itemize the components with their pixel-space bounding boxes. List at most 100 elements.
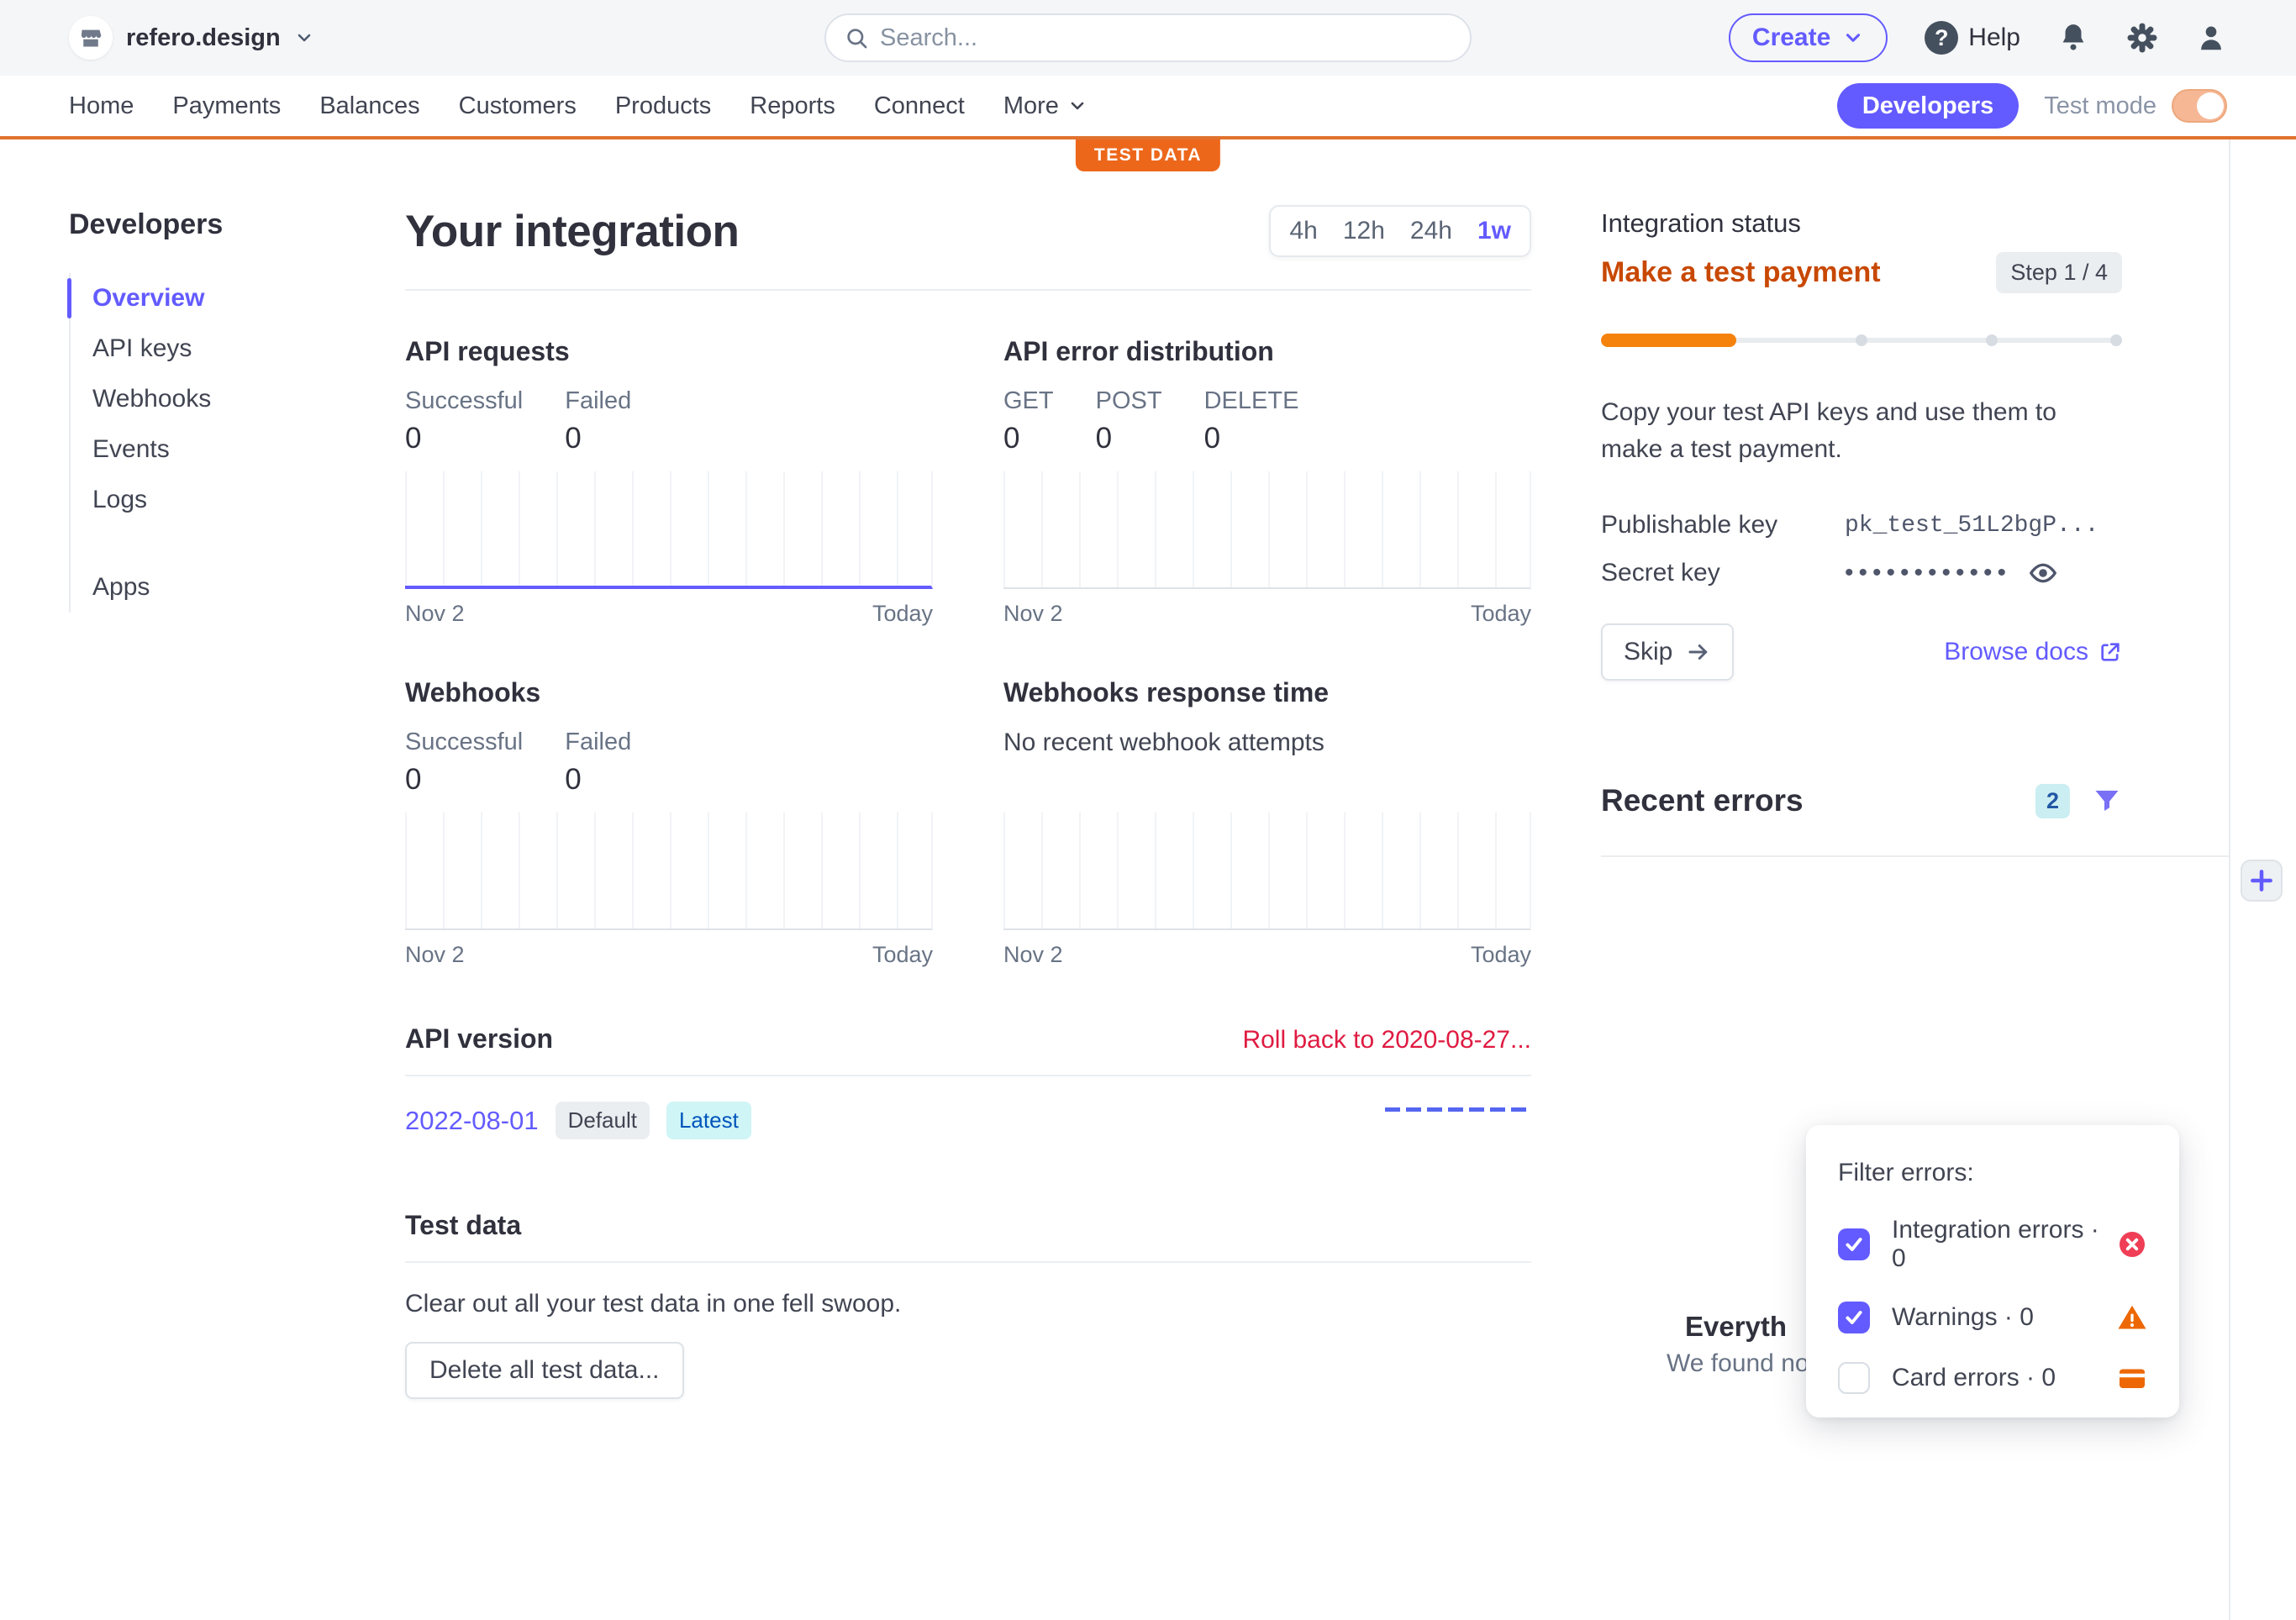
sidebar-item-api-keys[interactable]: API keys [71,323,329,374]
latest-badge: Latest [666,1102,751,1139]
publishable-key-value[interactable]: pk_test_51L2bgP... [1845,513,2099,539]
account-name: refero.design [126,24,281,52]
time-range-selector: 4h 12h 24h 1w [1269,205,1531,257]
help-label: Help [1968,24,2020,52]
help-button[interactable]: ? Help [1925,21,2020,55]
card-errors-checkbox[interactable] [1838,1362,1870,1394]
delete-test-data-button[interactable]: Delete all test data... [405,1342,684,1399]
nav-item-products[interactable]: Products [615,92,711,120]
range-option-4h[interactable]: 4h [1289,217,1317,245]
api-version-link[interactable]: 2022-08-01 [405,1106,539,1136]
api-version-divider [405,1075,1531,1076]
step-title: Make a test payment [1601,256,1881,289]
nav-item-payments[interactable]: Payments [172,92,281,120]
warning-triangle-icon [2117,1302,2147,1333]
rollback-link[interactable]: Roll back to 2020-08-27... [1242,1026,1531,1055]
warnings-checkbox[interactable] [1838,1302,1870,1333]
page-title: Your integration [405,206,739,257]
webhooks-x-axis: Nov 2 Today [405,942,933,968]
x-axis-start: Nov 2 [1003,601,1063,627]
browse-docs-link[interactable]: Browse docs [1944,638,2122,666]
notifications-button[interactable] [2057,22,2089,54]
sidebar-item-overview[interactable]: Overview [71,273,329,323]
api-version-head: API version Roll back to 2020-08-27... [405,1023,1531,1055]
x-axis-end: Today [1471,601,1531,627]
step-indicator: Step 1 / 4 [1996,252,2122,293]
filter-option-integration-errors: Integration errors · 0 [1838,1216,2147,1273]
filter-option-label: Card errors · 0 [1892,1364,2117,1392]
developers-pill-button[interactable]: Developers [1837,83,2019,129]
chevron-down-icon [294,28,314,48]
recent-errors-section: Recent errors 2 Everyth We found no Filt… [1601,783,2122,818]
test-mode-toggle[interactable] [2172,89,2227,123]
dashed-underline [1385,1107,1531,1112]
publishable-key-label: Publishable key [1601,511,1845,539]
main-content: Your integration 4h 12h 24h 1w API reque… [405,205,1531,1399]
x-axis-end: Today [872,601,933,627]
filter-option-card-errors: Card errors · 0 [1838,1362,2147,1394]
sidebar-item-logs[interactable]: Logs [71,475,329,525]
stat-label: Failed [565,728,631,756]
x-axis-end: Today [1471,942,1531,968]
nav-item-customers[interactable]: Customers [459,92,577,120]
create-button[interactable]: Create [1729,13,1888,62]
topbar-actions: Create ? Help [1729,13,2227,62]
nav-items: Home Payments Balances Customers Product… [69,92,1087,120]
secret-key-label: Secret key [1601,559,1845,587]
stat-value: 0 [1003,422,1054,455]
range-option-1w[interactable]: 1w [1477,217,1511,245]
webhooks-response-chart [1003,813,1531,930]
nav-item-more[interactable]: More [1003,92,1087,120]
api-requests-x-axis: Nov 2 Today [405,601,933,627]
stat-failed: Failed 0 [565,387,631,456]
stat-get: GET 0 [1003,387,1054,456]
filter-errors-popup: Filter errors: Integration errors · 0 Wa… [1806,1125,2179,1418]
range-option-24h[interactable]: 24h [1410,217,1452,245]
settings-button[interactable] [2126,22,2158,54]
search-bar[interactable] [824,13,1472,62]
webhooks-response-title: Webhooks response time [1003,677,1531,708]
api-errors-card: API error distribution GET 0 POST 0 DELE… [1003,336,1531,627]
x-axis-start: Nov 2 [405,942,465,968]
secret-key-row: Secret key •••••••••••• [1601,558,2122,588]
api-version-section: API version Roll back to 2020-08-27... 2… [405,1023,1531,1139]
main-header: Your integration 4h 12h 24h 1w [405,205,1531,257]
profile-button[interactable] [2195,22,2227,54]
account-switcher[interactable]: refero.design [69,16,314,60]
sidebar-item-webhooks[interactable]: Webhooks [71,374,329,424]
add-button[interactable] [2241,860,2283,902]
api-version-row: 2022-08-01 Default Latest [405,1102,1531,1139]
api-errors-x-axis: Nov 2 Today [1003,601,1531,627]
nav-item-connect[interactable]: Connect [874,92,965,120]
filter-errors-button[interactable] [2092,786,2122,816]
integration-progress-bar [1601,334,2122,347]
search-input[interactable] [880,24,1384,52]
nav-item-home[interactable]: Home [69,92,134,120]
skip-button[interactable]: Skip [1601,623,1734,681]
nav-item-reports[interactable]: Reports [750,92,835,120]
create-button-label: Create [1752,24,1830,52]
test-mode-label: Test mode [2044,92,2156,120]
stat-value: 0 [565,763,631,797]
sidebar-item-apps[interactable]: Apps [71,562,329,613]
stat-value: 0 [405,763,523,797]
range-option-12h[interactable]: 12h [1343,217,1385,245]
sidebar-item-events[interactable]: Events [71,424,329,475]
stat-value: 0 [1204,422,1299,455]
webhooks-chart [405,813,933,930]
integration-status-description: Copy your test API keys and use them to … [1601,394,2105,467]
skip-button-label: Skip [1624,638,1672,666]
webhooks-response-x-axis: Nov 2 Today [1003,942,1531,968]
reveal-secret-button[interactable] [2028,558,2058,588]
test-data-badge: TEST DATA [1076,139,1220,171]
external-link-icon [2099,640,2122,664]
plus-icon [2247,866,2276,895]
stat-delete: DELETE 0 [1204,387,1299,456]
filter-popup-title: Filter errors: [1838,1159,2147,1187]
nav-item-balances[interactable]: Balances [319,92,419,120]
header-divider [405,289,1531,291]
stat-label: Failed [565,387,631,415]
api-errors-chart [1003,471,1531,589]
api-version-title: API version [405,1023,553,1055]
integration-errors-checkbox[interactable] [1838,1228,1870,1260]
